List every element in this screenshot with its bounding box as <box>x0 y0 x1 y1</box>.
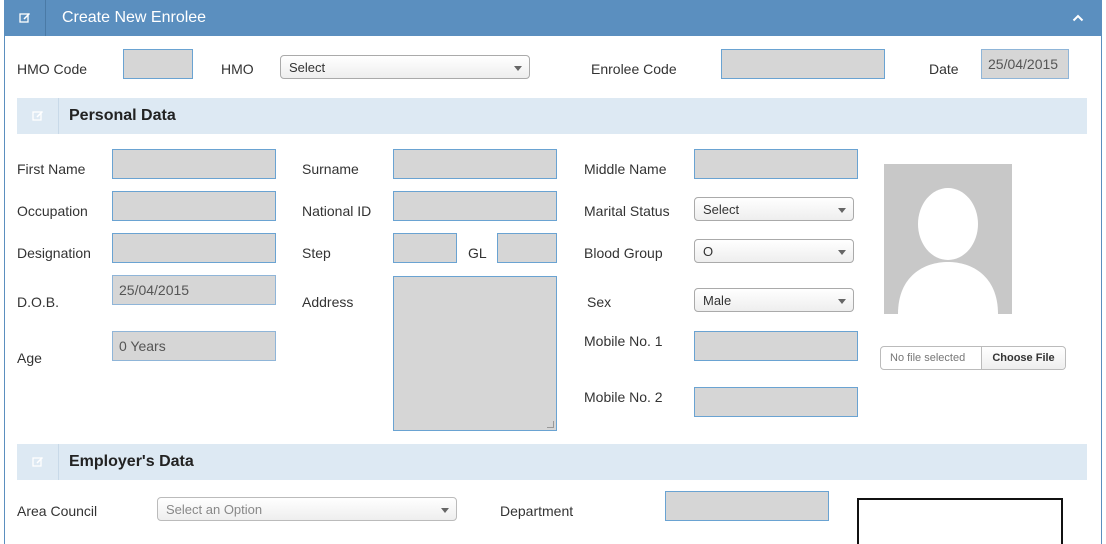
caret-down-icon <box>838 250 846 255</box>
photo-file-input[interactable]: No file selected Choose File <box>880 346 1066 370</box>
person-silhouette-icon <box>884 164 1012 314</box>
file-status: No file selected <box>890 352 966 364</box>
gl-label: GL <box>468 245 487 261</box>
personal-data-title: Personal Data <box>69 107 176 124</box>
area-council-label: Area Council <box>17 503 98 519</box>
panel-header: Create New Enrolee <box>4 0 1102 36</box>
edit-icon <box>4 0 46 36</box>
enrolee-code-label: Enrolee Code <box>591 61 677 77</box>
mobile1-label: Mobile No. 1 <box>584 333 663 349</box>
personal-data-section: Personal Data <box>17 98 1087 134</box>
designation-label: Designation <box>17 245 91 261</box>
department-input[interactable] <box>665 491 829 521</box>
sex-value: Male <box>703 293 732 308</box>
blood-group-label: Blood Group <box>584 245 663 261</box>
sex-select[interactable]: Male <box>694 288 854 312</box>
surname-label: Surname <box>302 161 359 177</box>
area-council-select[interactable]: Select an Option <box>157 497 457 521</box>
date-label: Date <box>929 61 959 77</box>
hmo-code-input[interactable] <box>123 49 193 79</box>
blood-group-select[interactable]: O <box>694 239 854 263</box>
choose-file-button[interactable]: Choose File <box>981 347 1065 369</box>
chevron-up-icon[interactable] <box>1070 10 1086 26</box>
step-label: Step <box>302 245 331 261</box>
caret-down-icon <box>441 508 449 513</box>
first-name-label: First Name <box>17 161 86 177</box>
middle-name-input[interactable] <box>694 149 858 179</box>
page-title: Create New Enrolee <box>62 9 207 26</box>
gl-input[interactable] <box>497 233 557 263</box>
marital-status-label: Marital Status <box>584 203 670 219</box>
national-id-input[interactable] <box>393 191 557 221</box>
sex-label: Sex <box>587 294 612 310</box>
hmo-code-label: HMO Code <box>17 61 88 77</box>
department-label: Department <box>500 503 574 519</box>
employer-data-title: Employer's Data <box>69 453 194 470</box>
caret-down-icon <box>514 66 522 71</box>
national-id-label: National ID <box>302 203 372 219</box>
first-name-input[interactable] <box>112 149 276 179</box>
signature-box <box>857 498 1063 544</box>
age-label: Age <box>17 350 42 366</box>
middle-name-label: Middle Name <box>584 161 667 177</box>
avatar <box>884 164 1012 314</box>
caret-down-icon <box>838 208 846 213</box>
marital-status-value: Select <box>703 202 740 217</box>
date-input[interactable]: 25/04/2015 <box>981 49 1069 79</box>
hmo-label: HMO <box>221 61 254 77</box>
caret-down-icon <box>838 299 846 304</box>
mobile2-label: Mobile No. 2 <box>584 389 663 405</box>
blood-group-value: O <box>703 244 714 259</box>
dob-label: D.O.B. <box>17 294 60 310</box>
area-council-placeholder: Select an Option <box>166 502 263 517</box>
step-input[interactable] <box>393 233 457 263</box>
resize-handle-icon[interactable] <box>547 421 554 428</box>
occupation-input[interactable] <box>112 191 276 221</box>
edit-icon <box>17 444 59 480</box>
enrolee-code-input[interactable] <box>721 49 885 79</box>
designation-input[interactable] <box>112 233 276 263</box>
occupation-label: Occupation <box>17 203 88 219</box>
surname-input[interactable] <box>393 149 557 179</box>
hmo-select[interactable]: Select <box>280 55 530 79</box>
marital-status-select[interactable]: Select <box>694 197 854 221</box>
employer-data-section: Employer's Data <box>17 444 1087 480</box>
address-textarea[interactable] <box>393 276 557 431</box>
mobile2-input[interactable] <box>694 387 858 417</box>
mobile1-input[interactable] <box>694 331 858 361</box>
address-label: Address <box>302 294 354 310</box>
edit-icon <box>17 98 59 134</box>
age-input[interactable]: 0 Years <box>112 331 276 361</box>
hmo-select-value: Select <box>289 60 326 75</box>
dob-input[interactable]: 25/04/2015 <box>112 275 276 305</box>
